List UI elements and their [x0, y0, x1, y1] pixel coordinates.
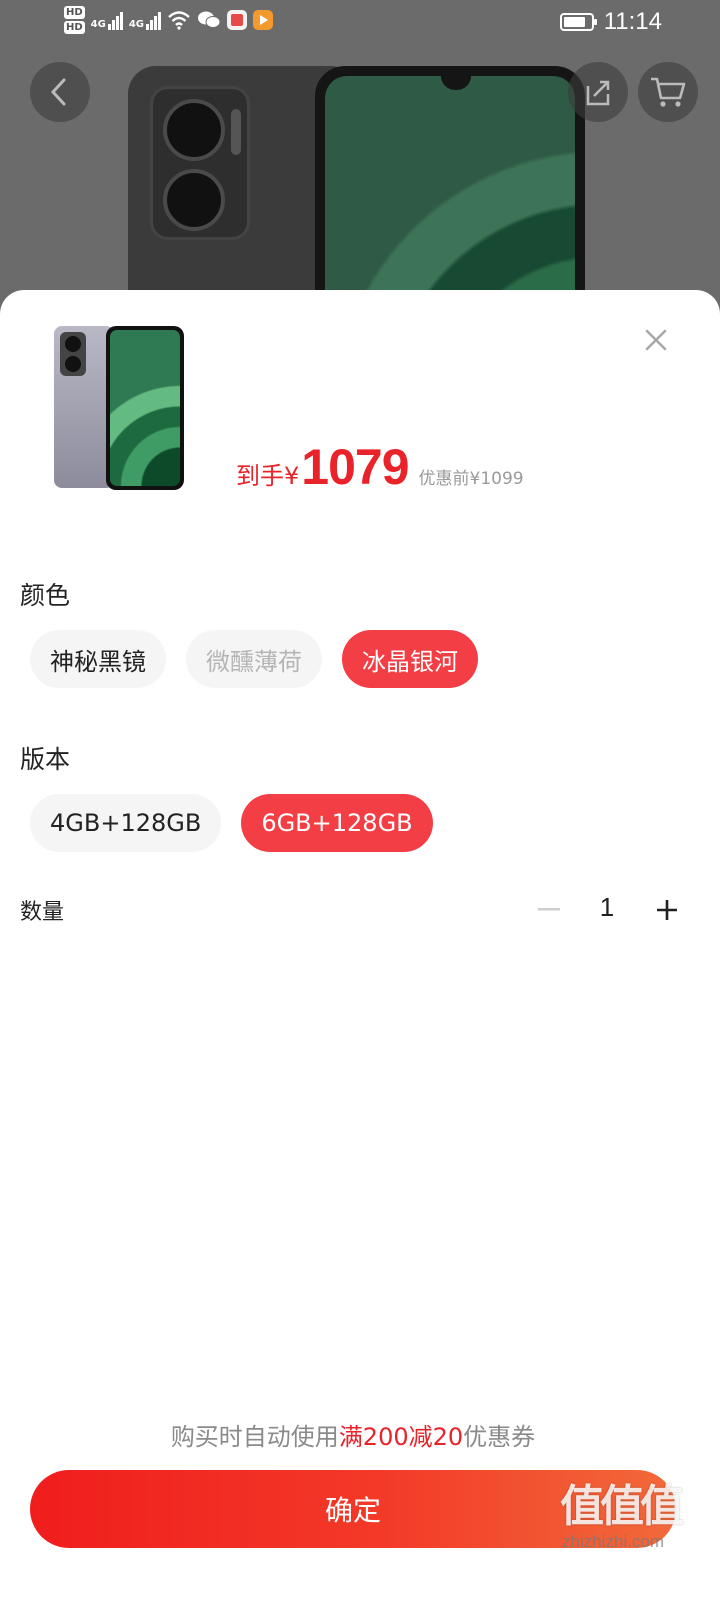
- share-icon: [586, 80, 610, 106]
- final-price: 1079: [301, 439, 409, 495]
- version-options: 4GB+128GB 6GB+128GB: [30, 794, 433, 852]
- watermark: 值值值 zhizhizhi.com: [560, 1470, 720, 1570]
- quantity-decrease-button[interactable]: [534, 890, 564, 930]
- sku-selection-sheet: 到手 ¥ 1079 优惠前¥1099 颜色 神秘黑镜 微醺薄荷 冰晶银河 版本 …: [0, 290, 720, 1600]
- color-option-mint[interactable]: 微醺薄荷: [186, 630, 322, 688]
- cart-button[interactable]: [638, 62, 698, 122]
- video-app-icon: [253, 10, 274, 30]
- coupon-note: 购买时自动使用满200减20优惠券: [170, 1423, 536, 1451]
- product-camera-module: [150, 86, 250, 240]
- watermark-url: zhizhizhi.com: [562, 1532, 665, 1551]
- close-button[interactable]: [636, 320, 676, 360]
- version-option-6gb[interactable]: 6GB+128GB: [241, 794, 433, 852]
- wechat-icon: [198, 11, 221, 28]
- price-prefix: 到手: [236, 462, 284, 490]
- color-section-title: 颜色: [20, 581, 71, 610]
- original-price: 优惠前¥1099: [418, 469, 524, 489]
- battery-icon: [559, 13, 597, 31]
- color-option-black[interactable]: 神秘黑镜: [30, 630, 166, 688]
- price-currency: ¥: [284, 462, 300, 490]
- minus-icon: [538, 908, 560, 911]
- quantity-value[interactable]: 1: [590, 892, 624, 923]
- back-button[interactable]: [30, 62, 90, 122]
- wifi-icon: [168, 11, 190, 30]
- cart-icon: [651, 77, 686, 107]
- version-section-title: 版本: [20, 745, 71, 774]
- color-options: 神秘黑镜 微醺薄荷 冰晶银河: [30, 630, 478, 688]
- share-button[interactable]: [568, 62, 628, 122]
- hd-icon: HD HD: [64, 6, 85, 34]
- signal-icon-2: 4G: [129, 10, 162, 30]
- watermark-logo: 值值值: [560, 1481, 684, 1532]
- color-option-silver[interactable]: 冰晶银河: [342, 630, 478, 688]
- quantity-increase-button[interactable]: [652, 890, 682, 930]
- quantity-label: 数量: [20, 900, 65, 925]
- version-option-4gb[interactable]: 4GB+128GB: [30, 794, 222, 852]
- product-image-front: [315, 66, 585, 320]
- close-icon: [645, 329, 667, 351]
- signal-icon: 4G: [91, 10, 123, 30]
- price-row: 到手 ¥ 1079 优惠前¥1099: [236, 438, 524, 496]
- coupon-highlight: 满200减20: [338, 1423, 464, 1451]
- status-time: 11:14: [603, 8, 662, 35]
- product-page-background: [0, 0, 720, 320]
- plus-icon: [657, 900, 677, 920]
- status-bar: HD HD 4G 4G 11:14: [0, 0, 720, 48]
- reader-app-icon: [227, 10, 248, 30]
- product-thumbnail: [48, 320, 188, 490]
- back-icon: [50, 78, 66, 106]
